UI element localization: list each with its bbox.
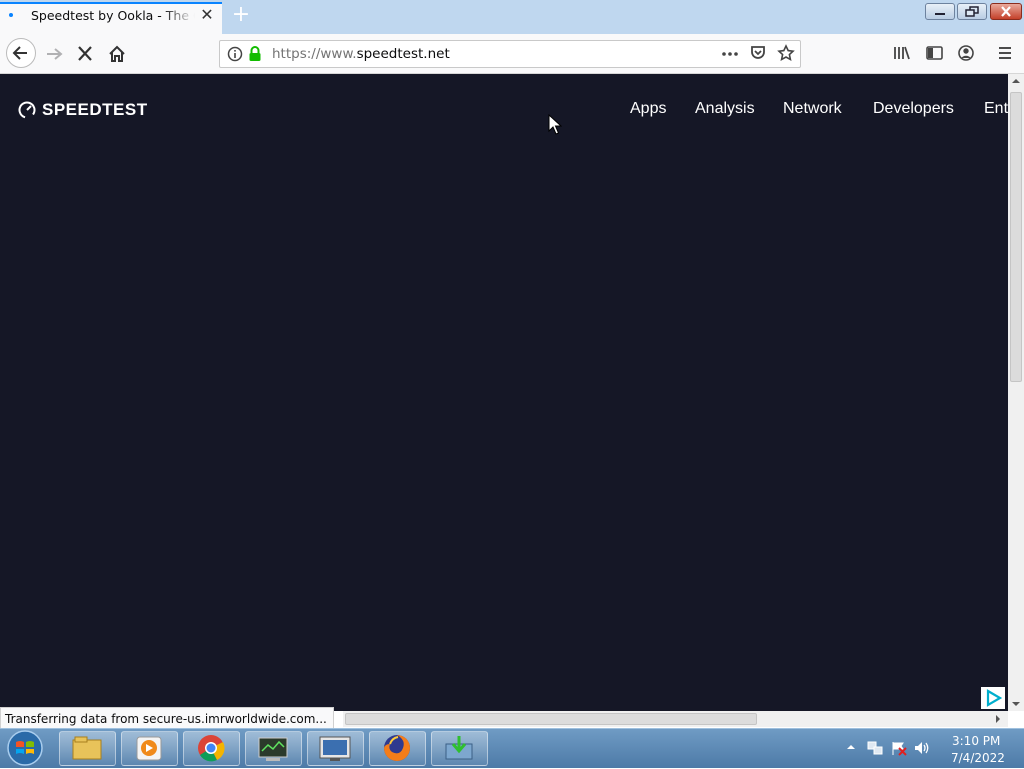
taskbar-monitor-app[interactable] xyxy=(245,731,302,766)
tab-close-button[interactable]: ✕ xyxy=(198,6,216,24)
new-tab-button[interactable]: + xyxy=(230,4,252,26)
status-bar: Transferring data from secure-us.imrworl… xyxy=(0,707,334,729)
speedtest-gauge-icon[interactable] xyxy=(18,100,38,120)
volume-icon[interactable] xyxy=(913,740,931,756)
firefox-icon xyxy=(384,735,410,761)
home-icon[interactable] xyxy=(104,42,132,66)
taskbar-downloader[interactable] xyxy=(431,731,488,766)
media-player-icon xyxy=(136,736,162,761)
network-icon[interactable] xyxy=(866,740,884,756)
stop-icon[interactable] xyxy=(72,42,100,66)
monitor-app-icon xyxy=(258,737,288,761)
webpage-content xyxy=(0,74,1008,711)
page-actions-icon[interactable] xyxy=(720,46,740,62)
lock-icon[interactable] xyxy=(247,45,263,63)
vertical-scroll-thumb[interactable] xyxy=(1010,92,1022,382)
nav-link-enterprise[interactable]: Ent xyxy=(984,100,1008,118)
account-icon[interactable] xyxy=(957,44,977,62)
clock-time[interactable]: 3:10 PM xyxy=(952,734,1000,748)
nav-link-network[interactable]: Network xyxy=(783,100,842,118)
speedtest-logo[interactable]: SPEEDTEST xyxy=(42,100,148,120)
tab-title: Speedtest by Ookla - The Global Broadban… xyxy=(31,8,195,23)
start-button[interactable] xyxy=(5,729,45,767)
restore-icon xyxy=(965,6,979,17)
mouse-cursor-icon xyxy=(548,114,562,135)
display-settings-icon xyxy=(319,736,351,761)
adchoices-badge[interactable] xyxy=(981,687,1005,709)
taskbar-firefox[interactable] xyxy=(369,731,426,766)
adchoices-icon xyxy=(986,689,1003,707)
nav-link-analysis[interactable]: Analysis xyxy=(695,100,755,118)
minimize-icon xyxy=(935,13,945,15)
close-icon xyxy=(1001,6,1011,17)
taskbar-chrome[interactable] xyxy=(183,731,240,766)
menu-icon[interactable] xyxy=(996,44,1014,62)
bookmark-star-icon[interactable] xyxy=(777,44,795,62)
chrome-icon xyxy=(198,735,225,762)
url-prefix: https://www. xyxy=(272,46,357,62)
file-explorer-icon xyxy=(72,736,102,760)
window-minimize-button[interactable] xyxy=(925,3,955,20)
nav-link-apps[interactable]: Apps xyxy=(630,100,666,118)
clock-date[interactable]: 7/4/2022 xyxy=(951,751,1005,765)
info-icon[interactable] xyxy=(226,45,244,63)
show-hidden-icons-icon[interactable] xyxy=(846,743,856,751)
taskbar-display-settings[interactable] xyxy=(307,731,364,766)
window-restore-button[interactable] xyxy=(957,3,987,20)
scroll-right-arrow-icon[interactable] xyxy=(994,714,1002,724)
back-button[interactable] xyxy=(6,38,36,68)
scroll-up-arrow-icon[interactable] xyxy=(1011,77,1021,85)
library-icon[interactable] xyxy=(892,44,912,62)
taskbar-file-explorer[interactable] xyxy=(59,731,116,766)
url-text[interactable]: https://www.speedtest.net xyxy=(272,46,450,62)
scroll-down-arrow-icon[interactable] xyxy=(1011,700,1021,708)
taskbar-media-player[interactable] xyxy=(121,731,178,766)
url-domain: speedtest.net xyxy=(356,46,450,62)
back-arrow-icon xyxy=(12,46,27,60)
nav-link-developers[interactable]: Developers xyxy=(873,100,954,118)
horizontal-scroll-thumb[interactable] xyxy=(345,713,757,725)
forward-arrow-icon[interactable] xyxy=(40,42,68,66)
action-center-flag-icon[interactable] xyxy=(890,740,908,756)
loading-dot-icon xyxy=(9,13,13,17)
sidebar-icon[interactable] xyxy=(925,44,945,62)
window-close-button[interactable] xyxy=(990,3,1022,20)
downloader-icon xyxy=(445,736,473,760)
pocket-icon[interactable] xyxy=(749,44,767,62)
